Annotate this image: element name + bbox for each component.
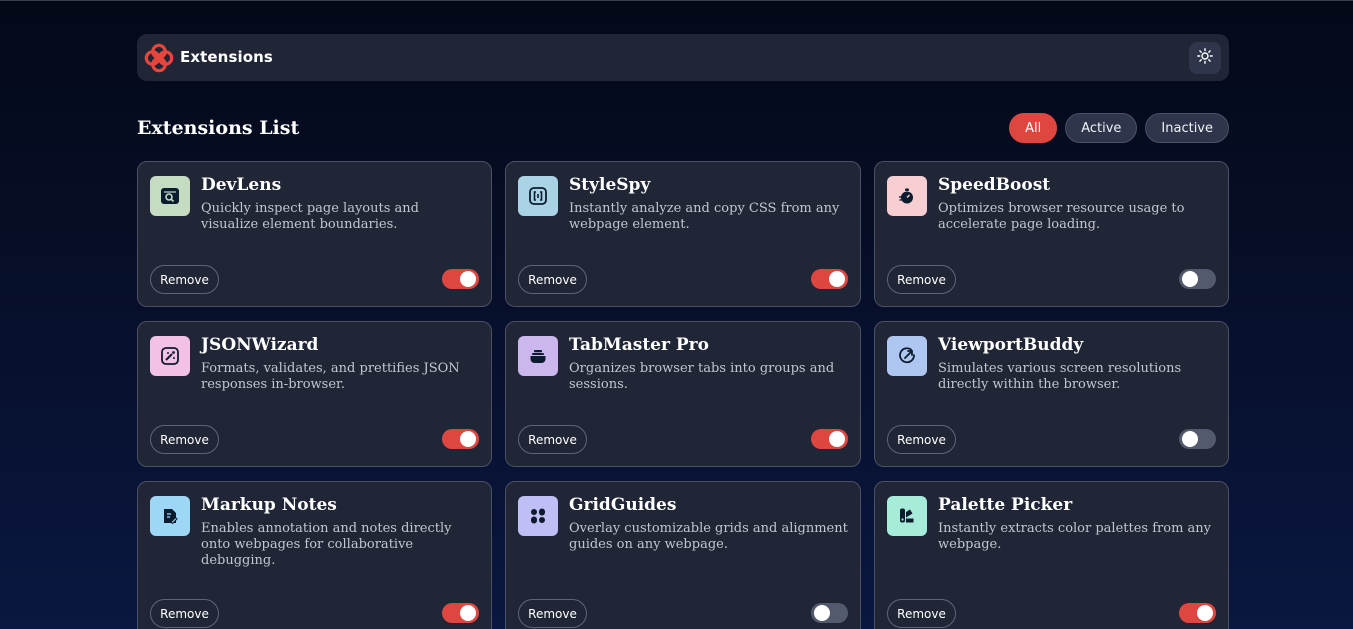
app-header: Extensions (137, 34, 1229, 81)
extension-name: ViewportBuddy (938, 335, 1084, 355)
sun-icon (1197, 47, 1213, 69)
grid-dots-icon (518, 496, 558, 536)
extension-description: Quickly inspect page layouts and visuali… (201, 201, 419, 232)
stopwatch-icon (887, 176, 927, 216)
extension-description: Simulates various screen resolutions dir… (938, 361, 1182, 392)
toggle-knob (460, 431, 476, 447)
viewport-arrow-icon (887, 336, 927, 376)
extension-card-palette-picker: Palette Picker Instantly extracts color … (874, 481, 1229, 629)
brand-name: Extensions (180, 48, 273, 66)
code-brackets-icon (518, 176, 558, 216)
extensions-grid: DevLens Quickly inspect page layouts and… (137, 161, 1229, 629)
remove-button[interactable]: Remove (887, 425, 956, 454)
extension-name: TabMaster Pro (569, 335, 709, 355)
extension-description: Instantly analyze and copy CSS from any … (569, 201, 840, 232)
inspect-window-icon (150, 176, 190, 216)
extension-card-markup-notes: Markup Notes Enables annotation and note… (137, 481, 492, 629)
remove-button[interactable]: Remove (518, 265, 587, 294)
active-toggle[interactable] (442, 429, 479, 449)
extension-description: Instantly extracts color palettes from a… (938, 521, 1211, 552)
filter-inactive-button[interactable]: Inactive (1145, 113, 1229, 143)
active-toggle[interactable] (442, 603, 479, 623)
active-toggle[interactable] (442, 269, 479, 289)
page-title: Extensions List (137, 117, 300, 139)
extension-card-devlens: DevLens Quickly inspect page layouts and… (137, 161, 492, 307)
extension-card-gridguides: GridGuides Overlay customizable grids an… (505, 481, 861, 629)
toggle-knob (460, 271, 476, 287)
extension-name: DevLens (201, 175, 282, 195)
extension-description: Optimizes browser resource usage to acce… (938, 201, 1185, 232)
filter-all-button[interactable]: All (1009, 113, 1058, 143)
extension-card-jsonwizard: JSONWizard Formats, validates, and prett… (137, 321, 492, 467)
extension-description: Enables annotation and notes directly on… (201, 521, 452, 568)
toggle-knob (829, 431, 845, 447)
extension-name: JSONWizard (201, 335, 319, 355)
remove-button[interactable]: Remove (150, 599, 219, 628)
active-toggle[interactable] (811, 603, 848, 623)
magic-wand-icon (150, 336, 190, 376)
active-toggle[interactable] (1179, 429, 1216, 449)
filter-active-button[interactable]: Active (1065, 113, 1138, 143)
active-toggle[interactable] (1179, 269, 1216, 289)
toggle-knob (829, 271, 845, 287)
toggle-knob (1197, 605, 1213, 621)
extension-name: StyleSpy (569, 175, 651, 195)
remove-button[interactable]: Remove (887, 599, 956, 628)
extension-description: Overlay customizable grids and alignment… (569, 521, 848, 552)
extension-name: SpeedBoost (938, 175, 1051, 195)
remove-button[interactable]: Remove (150, 425, 219, 454)
note-pen-icon (150, 496, 190, 536)
active-toggle[interactable] (811, 269, 848, 289)
extension-description: Organizes browser tabs into groups and s… (569, 361, 835, 392)
palette-icon (887, 496, 927, 536)
extension-description: Formats, validates, and prettifies JSON … (201, 361, 460, 392)
window-top-border (0, 0, 1353, 1)
tabs-stack-icon (518, 336, 558, 376)
toggle-knob (1182, 271, 1198, 287)
theme-toggle-button[interactable] (1189, 42, 1221, 74)
active-toggle[interactable] (1179, 603, 1216, 623)
remove-button[interactable]: Remove (887, 265, 956, 294)
remove-button[interactable]: Remove (518, 599, 587, 628)
extension-card-viewportbuddy: ViewportBuddy Simulates various screen r… (874, 321, 1229, 467)
active-toggle[interactable] (811, 429, 848, 449)
toggle-knob (814, 605, 830, 621)
extensions-logo-icon (144, 43, 174, 73)
extension-card-speedboost: SpeedBoost Optimizes browser resource us… (874, 161, 1229, 307)
extension-name: GridGuides (569, 495, 677, 515)
remove-button[interactable]: Remove (518, 425, 587, 454)
extension-name: Markup Notes (201, 495, 337, 515)
filter-group: All Active Inactive (1009, 113, 1229, 143)
extension-card-stylespy: StyleSpy Instantly analyze and copy CSS … (505, 161, 861, 307)
extension-name: Palette Picker (938, 495, 1073, 515)
remove-button[interactable]: Remove (150, 265, 219, 294)
toggle-knob (1182, 431, 1198, 447)
extension-card-tabmaster-pro: TabMaster Pro Organizes browser tabs int… (505, 321, 861, 467)
toggle-knob (460, 605, 476, 621)
